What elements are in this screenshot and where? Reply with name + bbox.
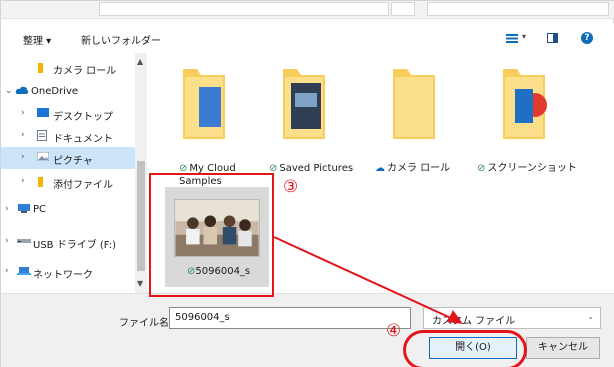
collapsed-chevron-icon[interactable]: ›: [5, 236, 9, 246]
navigation-pane: カメラ ロール ⌄ OneDrive › デスクトップ › ドキュメント › ピ…: [1, 53, 149, 293]
filetype-select[interactable]: カスタム ファイル ⌄: [423, 307, 601, 329]
folder-caption: ⊘ Saved Pictures: [269, 162, 369, 175]
search-box[interactable]: [427, 2, 609, 16]
address-bar-strip: [1, 1, 614, 19]
nav-item-network[interactable]: › ネットワーク: [1, 261, 135, 283]
nav-label: ピクチャ: [53, 156, 93, 167]
cloud-status-icon: ☁: [375, 163, 385, 174]
folder-name: Saved Pictures: [279, 163, 354, 174]
view-dropdown-icon[interactable]: ▾: [522, 32, 526, 41]
collapsed-chevron-icon[interactable]: ›: [5, 266, 9, 276]
filename-input[interactable]: 5096004_s: [169, 307, 411, 329]
expanded-chevron-icon[interactable]: ⌄: [5, 86, 13, 96]
folder-icon: [393, 69, 435, 139]
address-bar[interactable]: [99, 2, 389, 16]
chevron-down-icon: ⌄: [587, 312, 594, 321]
collapsed-chevron-icon[interactable]: ›: [21, 108, 25, 118]
network-icon: [17, 267, 31, 275]
collapsed-chevron-icon[interactable]: ›: [21, 152, 25, 162]
nav-item-onedrive[interactable]: ⌄ OneDrive: [1, 81, 135, 103]
document-icon: [37, 130, 47, 141]
organize-menu[interactable]: 整理 ▾: [23, 32, 51, 47]
nav-label: ネットワーク: [33, 270, 93, 281]
command-bar: 整理 ▾ 新しいフォルダー ▾ ?: [1, 23, 614, 53]
scroll-down-icon[interactable]: ▼: [137, 279, 143, 288]
nav-label: デスクトップ: [53, 112, 113, 123]
pc-icon: [18, 204, 30, 213]
folder-icon: [503, 69, 547, 139]
annotation-highlight-box: [149, 173, 274, 297]
collapsed-chevron-icon[interactable]: ›: [21, 130, 25, 140]
nav-label: カメラ ロール: [53, 66, 117, 77]
navigation-scrollbar[interactable]: ▲ ▼: [135, 53, 147, 293]
cloud-icon: [15, 86, 29, 94]
nav-item-attachments[interactable]: › 添付ファイル: [1, 171, 135, 193]
desktop-icon: [37, 108, 49, 117]
view-options-icon[interactable]: [506, 34, 518, 43]
nav-item-usb-drive[interactable]: › USB ドライブ (F:): [1, 231, 135, 253]
scroll-up-icon[interactable]: ▲: [137, 57, 143, 66]
nav-item-pictures[interactable]: › ピクチャ: [1, 147, 135, 169]
collapsed-chevron-icon[interactable]: ›: [5, 204, 9, 214]
new-folder-button[interactable]: 新しいフォルダー: [81, 32, 161, 47]
folder-icon: [283, 69, 325, 139]
filename-value: 5096004_s: [175, 312, 230, 323]
pictures-icon: [37, 152, 49, 161]
folder-caption: ☁ カメラ ロール: [375, 162, 475, 175]
folder-name: スクリーンショット: [487, 163, 577, 174]
filetype-value: カスタム ファイル: [432, 316, 516, 327]
annotation-step-3: ③: [283, 177, 299, 197]
nav-item-camera-roll[interactable]: カメラ ロール: [1, 57, 135, 79]
nav-item-pc[interactable]: › PC: [1, 199, 135, 221]
folder-icon: [38, 177, 43, 187]
nav-label: 添付ファイル: [53, 180, 113, 191]
folder-caption: ⊘ スクリーンショット: [477, 162, 577, 175]
nav-label: ドキュメント: [53, 134, 113, 145]
annotation-highlight-oval: [403, 330, 527, 367]
preview-pane-icon[interactable]: [547, 33, 558, 43]
nav-label: PC: [33, 204, 47, 215]
folder-icon: [183, 69, 225, 139]
file-open-dialog: 整理 ▾ 新しいフォルダー ▾ ? カメラ ロール ⌄ OneDrive › デ…: [0, 0, 614, 367]
annotation-step-4: ④: [386, 321, 402, 341]
address-refresh-button[interactable]: [391, 2, 415, 16]
nav-label: USB ドライブ (F:): [33, 240, 117, 251]
nav-label: OneDrive: [31, 86, 79, 97]
help-icon[interactable]: ?: [581, 32, 593, 44]
folder-name: カメラ ロール: [387, 163, 451, 174]
folder-icon: [38, 63, 43, 73]
scrollbar-thumb[interactable]: [137, 161, 145, 271]
usb-drive-icon: [17, 239, 31, 243]
cancel-button[interactable]: キャンセル: [526, 337, 600, 359]
sync-status-icon: ⊘: [477, 163, 486, 174]
nav-item-documents[interactable]: › ドキュメント: [1, 125, 135, 147]
nav-item-desktop[interactable]: › デスクトップ: [1, 103, 135, 125]
collapsed-chevron-icon[interactable]: ›: [21, 176, 25, 186]
